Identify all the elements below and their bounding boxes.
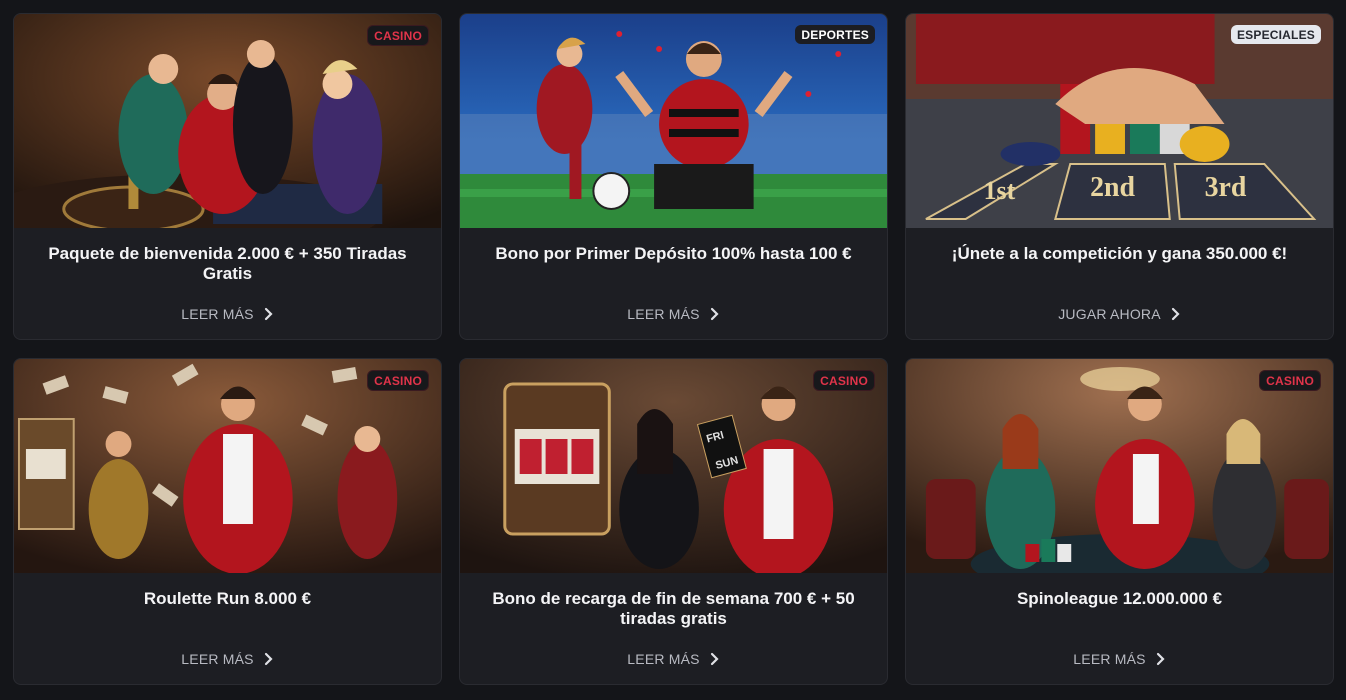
- chevron-right-icon: [1156, 652, 1165, 666]
- table-label-1st: 1st: [984, 176, 1016, 205]
- promo-image[interactable]: DEPORTES: [460, 14, 887, 228]
- table-label-3rd: 3rd: [1205, 172, 1247, 203]
- promo-image[interactable]: FRI SUN CASINO: [460, 359, 887, 573]
- play-now-link[interactable]: JUGAR AHORA: [906, 306, 1333, 322]
- chevron-right-icon: [1171, 307, 1180, 321]
- cta-label: LEER MÁS: [627, 306, 700, 322]
- cta-label: JUGAR AHORA: [1058, 306, 1161, 322]
- money-rain-illustration: [14, 359, 441, 573]
- table-label-2nd: 2nd: [1090, 172, 1135, 203]
- promo-title: ¡Únete a la competición y gana 350.000 €…: [951, 244, 1288, 263]
- category-badge: CASINO: [367, 370, 429, 391]
- cta-label: LEER MÁS: [181, 651, 254, 667]
- category-badge: CASINO: [813, 370, 875, 391]
- promo-title: Spinoleague 12.000.000 €: [1016, 589, 1223, 608]
- football-stadium-illustration: [460, 14, 887, 228]
- promo-card[interactable]: CASINO Roulette Run 8.000 € LEER MÁS: [13, 358, 442, 685]
- cta-label: LEER MÁS: [627, 651, 700, 667]
- category-badge: ESPECIALES: [1230, 25, 1321, 44]
- promo-image[interactable]: CASINO: [14, 14, 441, 228]
- promo-title: Paquete de bienvenida 2.000 € + 350 Tira…: [48, 244, 407, 283]
- promo-title: Bono de recarga de fin de semana 700 € +…: [492, 589, 855, 628]
- promo-card[interactable]: CASINO Spinoleague 12.000.000 € LEER MÁS: [905, 358, 1334, 685]
- category-badge: CASINO: [1259, 370, 1321, 391]
- cta-label: LEER MÁS: [1073, 651, 1146, 667]
- casino-roulette-illustration: [14, 14, 441, 228]
- read-more-link[interactable]: LEER MÁS: [14, 651, 441, 667]
- read-more-link[interactable]: LEER MÁS: [460, 306, 887, 322]
- chevron-right-icon: [264, 652, 273, 666]
- promo-image[interactable]: 1st 2nd 3rd ESPECIALES: [906, 14, 1333, 228]
- card-table-illustration: [906, 359, 1333, 573]
- read-more-link[interactable]: LEER MÁS: [906, 651, 1333, 667]
- promo-card[interactable]: FRI SUN CASINO Bono de recarga de fin de…: [459, 358, 888, 685]
- promo-image[interactable]: CASINO: [906, 359, 1333, 573]
- promo-card[interactable]: CASINO Paquete de bienvenida 2.000 € + 3…: [13, 13, 442, 340]
- chevron-right-icon: [710, 307, 719, 321]
- chevron-right-icon: [264, 307, 273, 321]
- promo-image[interactable]: CASINO: [14, 359, 441, 573]
- promo-card[interactable]: DEPORTES Bono por Primer Depósito 100% h…: [459, 13, 888, 340]
- category-badge: CASINO: [367, 25, 429, 46]
- cta-label: LEER MÁS: [181, 306, 254, 322]
- promotions-grid: CASINO Paquete de bienvenida 2.000 € + 3…: [13, 13, 1334, 685]
- chips-table-illustration: 1st 2nd 3rd: [906, 14, 1333, 228]
- slot-machine-illustration: FRI SUN: [460, 359, 887, 573]
- read-more-link[interactable]: LEER MÁS: [460, 651, 887, 667]
- category-badge: DEPORTES: [795, 25, 875, 44]
- read-more-link[interactable]: LEER MÁS: [14, 306, 441, 322]
- chevron-right-icon: [710, 652, 719, 666]
- promo-title: Bono por Primer Depósito 100% hasta 100 …: [495, 244, 852, 263]
- promo-card[interactable]: 1st 2nd 3rd ESPECIALES ¡Únete a la compe…: [905, 13, 1334, 340]
- promo-title: Roulette Run 8.000 €: [143, 589, 312, 608]
